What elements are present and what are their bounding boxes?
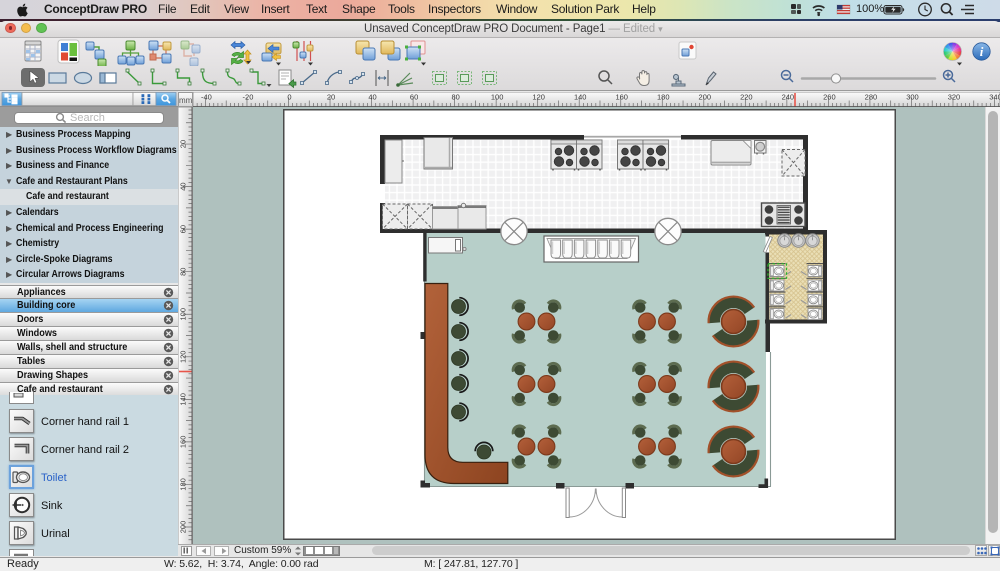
svg-text:280: 280 [865,92,878,101]
svg-text:180: 180 [179,478,188,491]
svg-text:80: 80 [179,267,188,275]
svg-text:160: 160 [179,435,188,448]
svg-text:80: 80 [451,92,459,101]
svg-text:-20: -20 [243,92,254,101]
svg-text:60: 60 [410,92,418,101]
svg-text:40: 40 [368,92,376,101]
svg-text:40: 40 [179,182,188,190]
svg-text:0: 0 [287,92,291,101]
svg-text:100: 100 [179,307,188,320]
svg-text:20: 20 [179,139,188,147]
svg-text:140: 140 [574,92,587,101]
svg-text:220: 220 [740,92,753,101]
svg-text:180: 180 [657,92,670,101]
svg-text:120: 120 [532,92,545,101]
svg-text:200: 200 [179,520,188,533]
svg-text:260: 260 [823,92,836,101]
svg-text:340: 340 [989,92,1000,101]
svg-text:60: 60 [179,224,188,232]
svg-text:i: i [980,44,984,59]
svg-text:20: 20 [327,92,335,101]
svg-text:240: 240 [782,92,795,101]
svg-text:320: 320 [948,92,961,101]
svg-text:120: 120 [179,350,188,363]
svg-text:200: 200 [699,92,712,101]
svg-text:-40: -40 [201,92,212,101]
svg-text:100: 100 [491,92,504,101]
svg-text:300: 300 [906,92,919,101]
svg-text:140: 140 [179,393,188,406]
svg-text:160: 160 [615,92,628,101]
